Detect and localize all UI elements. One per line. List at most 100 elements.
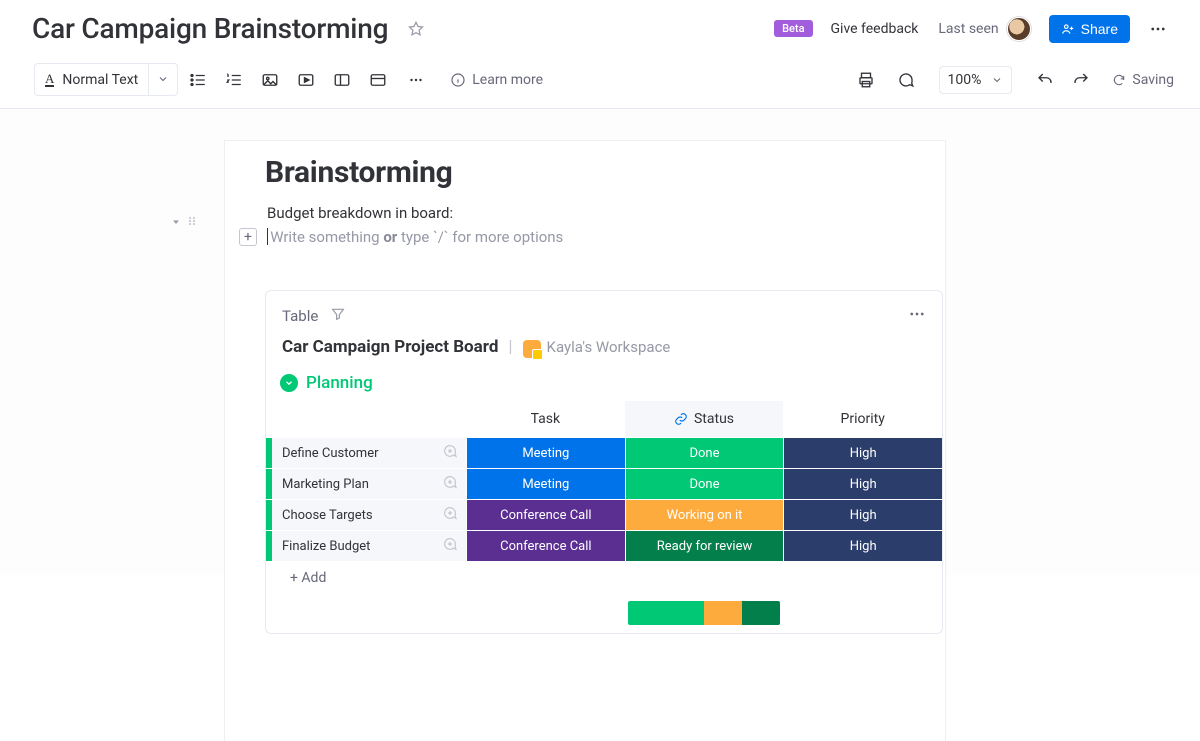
status-cell[interactable]: Done [626, 469, 784, 499]
favorite-star-button[interactable] [402, 15, 430, 43]
chat-icon [897, 71, 915, 89]
open-conversation-button[interactable] [442, 536, 458, 556]
task-cell[interactable]: Meeting [467, 469, 625, 499]
grip-icon [186, 214, 198, 228]
last-seen-text: Last seen [938, 21, 998, 37]
table-row[interactable]: Marketing PlanMeetingDoneHigh [266, 469, 942, 499]
undo-icon [1036, 71, 1054, 89]
board-title[interactable]: Car Campaign Project Board [282, 337, 498, 357]
link-icon [674, 412, 688, 426]
summary-segment-ready [742, 601, 780, 625]
task-cell[interactable]: Conference Call [467, 500, 625, 530]
image-icon [261, 71, 279, 89]
share-button[interactable]: Share [1049, 15, 1130, 43]
group-name[interactable]: Planning [306, 373, 373, 393]
last-seen-label[interactable]: Last seen [938, 17, 1030, 41]
redo-button[interactable] [1066, 65, 1096, 95]
avatar[interactable] [1007, 17, 1031, 41]
zoom-select[interactable]: 100% [939, 66, 1013, 94]
open-conversation-button[interactable] [442, 505, 458, 525]
open-conversation-button[interactable] [442, 474, 458, 494]
bulleted-list-button[interactable] [182, 64, 214, 96]
embedded-board: Table Car Campaign Project Board | Kayla… [265, 290, 943, 634]
table-icon [369, 71, 387, 89]
workspace-name[interactable]: Kayla's Workspace [547, 338, 671, 356]
filter-button[interactable] [330, 306, 346, 326]
column-header-status-label: Status [694, 411, 734, 427]
print-button[interactable] [851, 65, 881, 95]
task-cell[interactable]: Conference Call [467, 531, 625, 561]
open-conversation-button[interactable] [442, 443, 458, 463]
summary-segment-working [704, 601, 742, 625]
refresh-icon [1112, 73, 1126, 87]
table-row[interactable]: Define CustomerMeetingDoneHigh [266, 438, 942, 468]
chat-plus-icon [442, 505, 458, 521]
document-heading[interactable]: Brainstorming [225, 155, 945, 190]
status-cell[interactable]: Done [626, 438, 784, 468]
print-icon [857, 71, 875, 89]
numbered-list-icon [225, 71, 243, 89]
redo-icon [1072, 71, 1090, 89]
saving-indicator: Saving [1112, 72, 1174, 88]
priority-cell[interactable]: High [784, 500, 942, 530]
table-view-tab[interactable]: Table [282, 307, 318, 325]
item-name-cell[interactable]: Marketing Plan [272, 469, 466, 499]
add-item-label: + Add [272, 570, 942, 586]
text-cursor [267, 228, 268, 245]
document-paragraph[interactable]: Budget breakdown in board: [225, 190, 945, 222]
undo-button[interactable] [1030, 65, 1060, 95]
table-row[interactable]: Choose TargetsConference CallWorking on … [266, 500, 942, 530]
priority-cell[interactable]: High [784, 469, 942, 499]
priority-cell[interactable]: High [784, 438, 942, 468]
beta-badge: Beta [774, 20, 812, 37]
group-collapse-toggle[interactable] [280, 374, 298, 392]
info-icon [450, 72, 466, 88]
chat-plus-icon [442, 474, 458, 490]
text-style-label: Normal Text [62, 72, 138, 88]
numbered-list-button[interactable] [218, 64, 250, 96]
board-more-button[interactable] [908, 305, 926, 327]
status-cell[interactable]: Working on it [626, 500, 784, 530]
summary-segment-done [628, 601, 704, 625]
add-block-button[interactable]: + [239, 228, 257, 246]
dots-horizontal-icon [1149, 20, 1167, 38]
item-name-cell[interactable]: Finalize Budget [272, 531, 466, 561]
text-style-select[interactable]: ANormal Text [34, 63, 178, 96]
table-button[interactable] [362, 64, 394, 96]
editor-input[interactable]: Write something or type `/` for more opt… [267, 228, 563, 246]
priority-cell[interactable]: High [784, 531, 942, 561]
task-cell[interactable]: Meeting [467, 438, 625, 468]
item-name-cell[interactable]: Choose Targets [272, 500, 466, 530]
workspace-icon [523, 340, 541, 358]
column-header-status[interactable]: Status [625, 401, 784, 437]
dots-horizontal-icon [407, 71, 425, 89]
item-name-cell[interactable]: Define Customer [272, 438, 466, 468]
status-cell[interactable]: Ready for review [626, 531, 784, 561]
image-button[interactable] [254, 64, 286, 96]
funnel-icon [330, 306, 346, 322]
zoom-value: 100% [948, 72, 982, 88]
layout-button[interactable] [326, 64, 358, 96]
learn-more-label: Learn more [472, 72, 543, 88]
add-item-row[interactable]: + Add [266, 561, 942, 595]
video-button[interactable] [290, 64, 322, 96]
caret-down-icon [170, 216, 182, 228]
toolbar-more-button[interactable] [400, 64, 432, 96]
page-title[interactable]: Car Campaign Brainstorming [32, 12, 388, 45]
text-style-caret[interactable] [148, 64, 177, 95]
chat-plus-icon [442, 536, 458, 552]
status-summary-bar [628, 601, 780, 625]
more-menu-button[interactable] [1144, 15, 1172, 43]
column-header-priority[interactable]: Priority [783, 401, 942, 437]
placeholder-pre: Write something [270, 228, 383, 246]
chevron-down-icon [991, 74, 1003, 86]
learn-more-link[interactable]: Learn more [450, 72, 543, 88]
placeholder-post: type `/` for more options [397, 228, 563, 246]
give-feedback-link[interactable]: Give feedback [831, 21, 919, 37]
block-drag-handle[interactable] [186, 213, 198, 232]
dots-horizontal-icon [908, 305, 926, 323]
table-row[interactable]: Finalize BudgetConference CallReady for … [266, 531, 942, 561]
block-collapse-caret[interactable] [170, 213, 182, 232]
column-header-task[interactable]: Task [466, 401, 625, 437]
comments-button[interactable] [891, 65, 921, 95]
